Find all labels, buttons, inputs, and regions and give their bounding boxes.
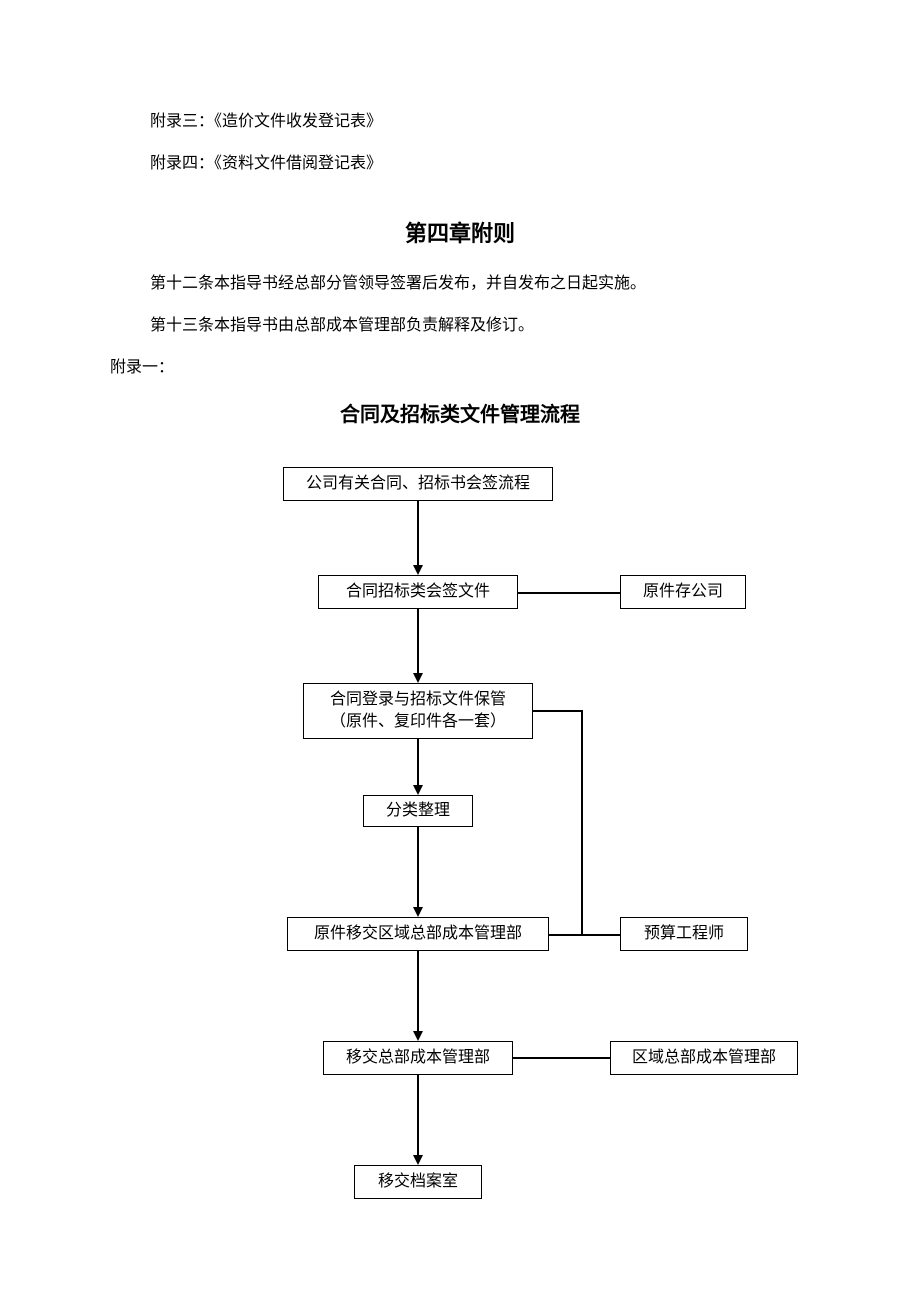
chapter-title: 第四章附则 — [0, 216, 920, 248]
flow-edge — [533, 710, 583, 712]
flow-node-region-hq-cost: 区域总部成本管理部 — [610, 1041, 798, 1075]
appendix-4-line: 附录四：《资料文件借阅登记表》 — [0, 152, 920, 176]
arrow-down-icon — [413, 907, 423, 917]
flow-edge — [417, 739, 419, 785]
document-page: 附录三：《造价文件收发登记表》 附录四：《资料文件借阅登记表》 第四章附则 第十… — [0, 0, 920, 1277]
flow-edge — [417, 501, 419, 565]
flow-edge — [417, 827, 419, 907]
flow-edge — [549, 934, 583, 936]
clause-12: 第十二条本指导书经总部分管领导签署后发布，并自发布之日起实施。 — [0, 272, 920, 296]
flow-node-start: 公司有关合同、招标书会签流程 — [283, 467, 553, 501]
flow-node-sign-docs: 合同招标类会签文件 — [318, 575, 518, 609]
flow-node-classify: 分类整理 — [363, 795, 473, 827]
flow-node-budget-engineer: 预算工程师 — [620, 917, 748, 951]
annex-1-label: 附录一： — [0, 356, 920, 380]
flow-node-to-hq-cost: 移交总部成本管理部 — [323, 1041, 513, 1075]
flow-node-originals-to-region: 原件移交区域总部成本管理部 — [287, 917, 549, 951]
flow-edge — [417, 951, 419, 1031]
arrow-down-icon — [413, 785, 423, 795]
clause-13: 第十三条本指导书由总部成本管理部负责解释及修订。 — [0, 314, 920, 338]
arrow-down-icon — [413, 565, 423, 575]
flow-edge — [581, 934, 621, 936]
arrow-down-icon — [413, 673, 423, 683]
flow-edge — [417, 609, 419, 673]
appendix-3-line: 附录三：《造价文件收发登记表》 — [0, 110, 920, 134]
arrow-down-icon — [413, 1155, 423, 1165]
flow-edge — [417, 1075, 419, 1155]
flowchart: 公司有关合同、招标书会签流程 合同招标类会签文件 原件存公司 合同登录与招标文件… — [0, 457, 920, 1237]
flow-edge — [518, 592, 620, 594]
flow-node-register-keep: 合同登录与招标文件保管 （原件、复印件各一套） — [303, 683, 533, 739]
flowchart-title: 合同及招标类文件管理流程 — [0, 398, 920, 427]
arrow-down-icon — [413, 1031, 423, 1041]
flow-node-original-at-company: 原件存公司 — [620, 575, 746, 609]
flow-edge — [581, 710, 583, 935]
flow-node-to-archive: 移交档案室 — [354, 1165, 482, 1199]
flow-edge — [513, 1057, 610, 1059]
